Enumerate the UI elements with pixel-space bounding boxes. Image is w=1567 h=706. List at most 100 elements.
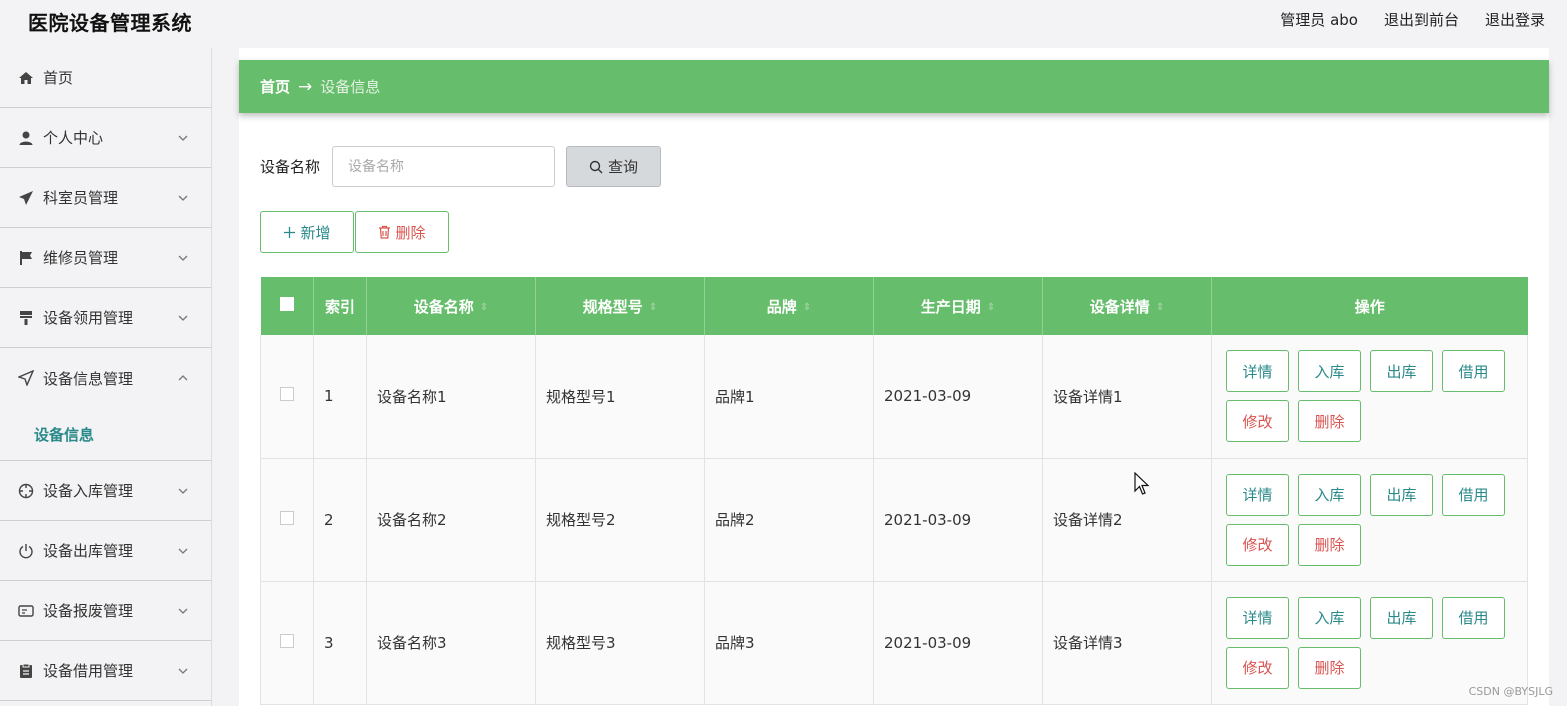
sort-icon[interactable]: ⇕: [1156, 302, 1164, 313]
sidebar-item-label: 设备报废管理: [43, 602, 134, 620]
column-header-label: 生产日期: [920, 297, 981, 316]
cell-index: 3: [313, 581, 367, 705]
breadcrumb-home-link[interactable]: 首页: [260, 76, 290, 97]
navigation-icon: [18, 370, 34, 386]
edit-button[interactable]: 修改: [1226, 400, 1289, 443]
app-title: 医院设备管理系统: [28, 11, 192, 35]
sidebar-item-equipment-info[interactable]: 设备信息管理: [0, 348, 211, 408]
out-button[interactable]: 出库: [1370, 350, 1433, 393]
in-button[interactable]: 入库: [1298, 596, 1361, 639]
column-header-date[interactable]: 生产日期 ⇕: [873, 277, 1043, 335]
out-button[interactable]: 出库: [1370, 473, 1433, 516]
sidebar-item-label: 维修员管理: [43, 249, 119, 267]
bulk-delete-button[interactable]: 删除: [355, 211, 449, 253]
row-checkbox[interactable]: [280, 387, 294, 402]
add-button[interactable]: 新增: [260, 211, 354, 253]
delete-button[interactable]: 删除: [1298, 400, 1361, 443]
select-all-cell: [260, 277, 314, 335]
top-header: 医院设备管理系统 管理员 abo 退出到前台 退出登录: [0, 0, 1567, 40]
cell-detail: 设备详情3: [1042, 581, 1212, 705]
watermark: CSDN @BYSJLG: [1468, 685, 1553, 698]
column-header-label: 品牌: [766, 297, 797, 316]
search-icon: [589, 160, 603, 174]
cell-detail: 设备详情2: [1042, 458, 1212, 582]
chevron-down-icon: [177, 605, 189, 617]
cell-detail: 设备详情1: [1042, 335, 1212, 459]
in-button[interactable]: 入库: [1298, 473, 1361, 516]
row-checkbox[interactable]: [280, 510, 294, 525]
top-nav: 管理员 abo 退出到前台 退出登录: [1280, 9, 1545, 30]
search-bar: 设备名称 查询: [260, 146, 662, 187]
sidebar: 首页 个人中心 科室员管理 维修员管理 设备领用管理 设备信息管理 设备信息 设…: [0, 48, 212, 706]
row-select-cell: [260, 335, 314, 459]
sidebar-item-equipment-use[interactable]: 设备领用管理: [0, 288, 211, 348]
sidebar-item-scrap[interactable]: 设备报废管理: [0, 581, 211, 641]
cell-name: 设备名称2: [366, 458, 536, 582]
detail-button[interactable]: 详情: [1226, 350, 1289, 393]
search-input[interactable]: [332, 146, 556, 187]
user-icon: [18, 130, 34, 146]
cell-brand: 品牌2: [704, 458, 874, 582]
crosshair-icon: [18, 483, 34, 499]
cell-ops: 详情 入库 出库 借用修改 删除: [1211, 458, 1528, 582]
sort-icon[interactable]: ⇕: [649, 302, 657, 313]
borrow-button[interactable]: 借用: [1442, 473, 1505, 516]
borrow-button[interactable]: 借用: [1442, 350, 1505, 393]
borrow-button[interactable]: 借用: [1442, 596, 1505, 639]
table-row: 3 设备名称3 规格型号3 品牌3 2021-03-09 设备详情3 详情 入库 出库 借用 修改删…: [260, 581, 1528, 705]
cell-model: 规格型号1: [535, 335, 705, 459]
plus-icon: [283, 226, 296, 239]
column-header-name[interactable]: 设备名称 ⇕: [366, 277, 536, 335]
sidebar-item-repair-staff[interactable]: 维修员管理: [0, 228, 211, 288]
flag-icon: [18, 250, 34, 266]
cell-ops: 详情 入库 出库 借用修改 删除: [1211, 335, 1528, 459]
sort-icon[interactable]: ⇕: [987, 302, 995, 313]
in-button[interactable]: 入库: [1298, 350, 1361, 393]
trash-icon: [378, 225, 391, 239]
exit-to-front-link[interactable]: 退出到前台: [1384, 9, 1459, 30]
equipment-table: 索引 设备名称 ⇕ 规格型号 ⇕ 品牌 ⇕ 生产日期 ⇕ 设备详情 ⇕ 操作 1 设备名称1…: [260, 277, 1528, 705]
sidebar-item-home[interactable]: 首页: [0, 48, 211, 108]
out-button[interactable]: 出库: [1370, 596, 1433, 639]
sidebar-subitem-equipment-info[interactable]: 设备信息: [0, 408, 211, 461]
column-header-detail[interactable]: 设备详情 ⇕: [1042, 277, 1212, 335]
send-icon: [18, 190, 34, 206]
sidebar-item-stock-in[interactable]: 设备入库管理: [0, 461, 211, 521]
sidebar-item-personal-center[interactable]: 个人中心: [0, 108, 211, 168]
select-all-checkbox[interactable]: [279, 297, 294, 311]
cell-date: 2021-03-09: [873, 458, 1043, 582]
edit-button[interactable]: 修改: [1226, 523, 1289, 566]
sort-icon[interactable]: ⇕: [480, 302, 488, 313]
cell-model: 规格型号3: [535, 581, 705, 705]
cell-name: 设备名称3: [366, 581, 536, 705]
admin-name: 管理员 abo: [1280, 11, 1358, 29]
column-header-model[interactable]: 规格型号 ⇕: [535, 277, 705, 335]
row-select-cell: [260, 581, 314, 705]
column-header-brand[interactable]: 品牌 ⇕: [704, 277, 874, 335]
table-row: 2 设备名称2 规格型号2 品牌2 2021-03-09 设备详情2 详情 入库 出库 借用 修改删…: [260, 458, 1528, 582]
detail-button[interactable]: 详情: [1226, 473, 1289, 516]
sidebar-item-label: 设备入库管理: [43, 482, 134, 500]
chevron-down-icon: [177, 485, 189, 497]
edit-button[interactable]: 修改: [1226, 646, 1289, 689]
sidebar-item-label: 首页: [43, 69, 74, 87]
sidebar-item-department-staff[interactable]: 科室员管理: [0, 168, 211, 228]
sidebar-item-stock-out[interactable]: 设备出库管理: [0, 521, 211, 581]
sidebar-item-label: 设备出库管理: [43, 542, 134, 560]
column-header-label: 设备名称: [413, 297, 474, 316]
sort-icon[interactable]: ⇕: [803, 302, 811, 313]
sidebar-item-borrow[interactable]: 设备借用管理: [0, 641, 211, 701]
detail-button[interactable]: 详情: [1226, 596, 1289, 639]
chevron-down-icon: [177, 665, 189, 677]
sidebar-item-label: 设备信息管理: [43, 369, 134, 388]
main-content: 首页 → 设备信息 设备名称 查询 新增 删除: [239, 48, 1549, 706]
logout-link[interactable]: 退出登录: [1485, 9, 1545, 30]
delete-button[interactable]: 删除: [1298, 646, 1361, 689]
column-header-ops: 操作: [1354, 297, 1385, 316]
row-checkbox[interactable]: [280, 633, 294, 648]
power-icon: [18, 543, 34, 559]
search-button[interactable]: 查询: [566, 146, 662, 187]
column-header-label: 规格型号: [582, 297, 643, 316]
delete-button[interactable]: 删除: [1298, 523, 1361, 566]
home-icon: [18, 70, 34, 86]
